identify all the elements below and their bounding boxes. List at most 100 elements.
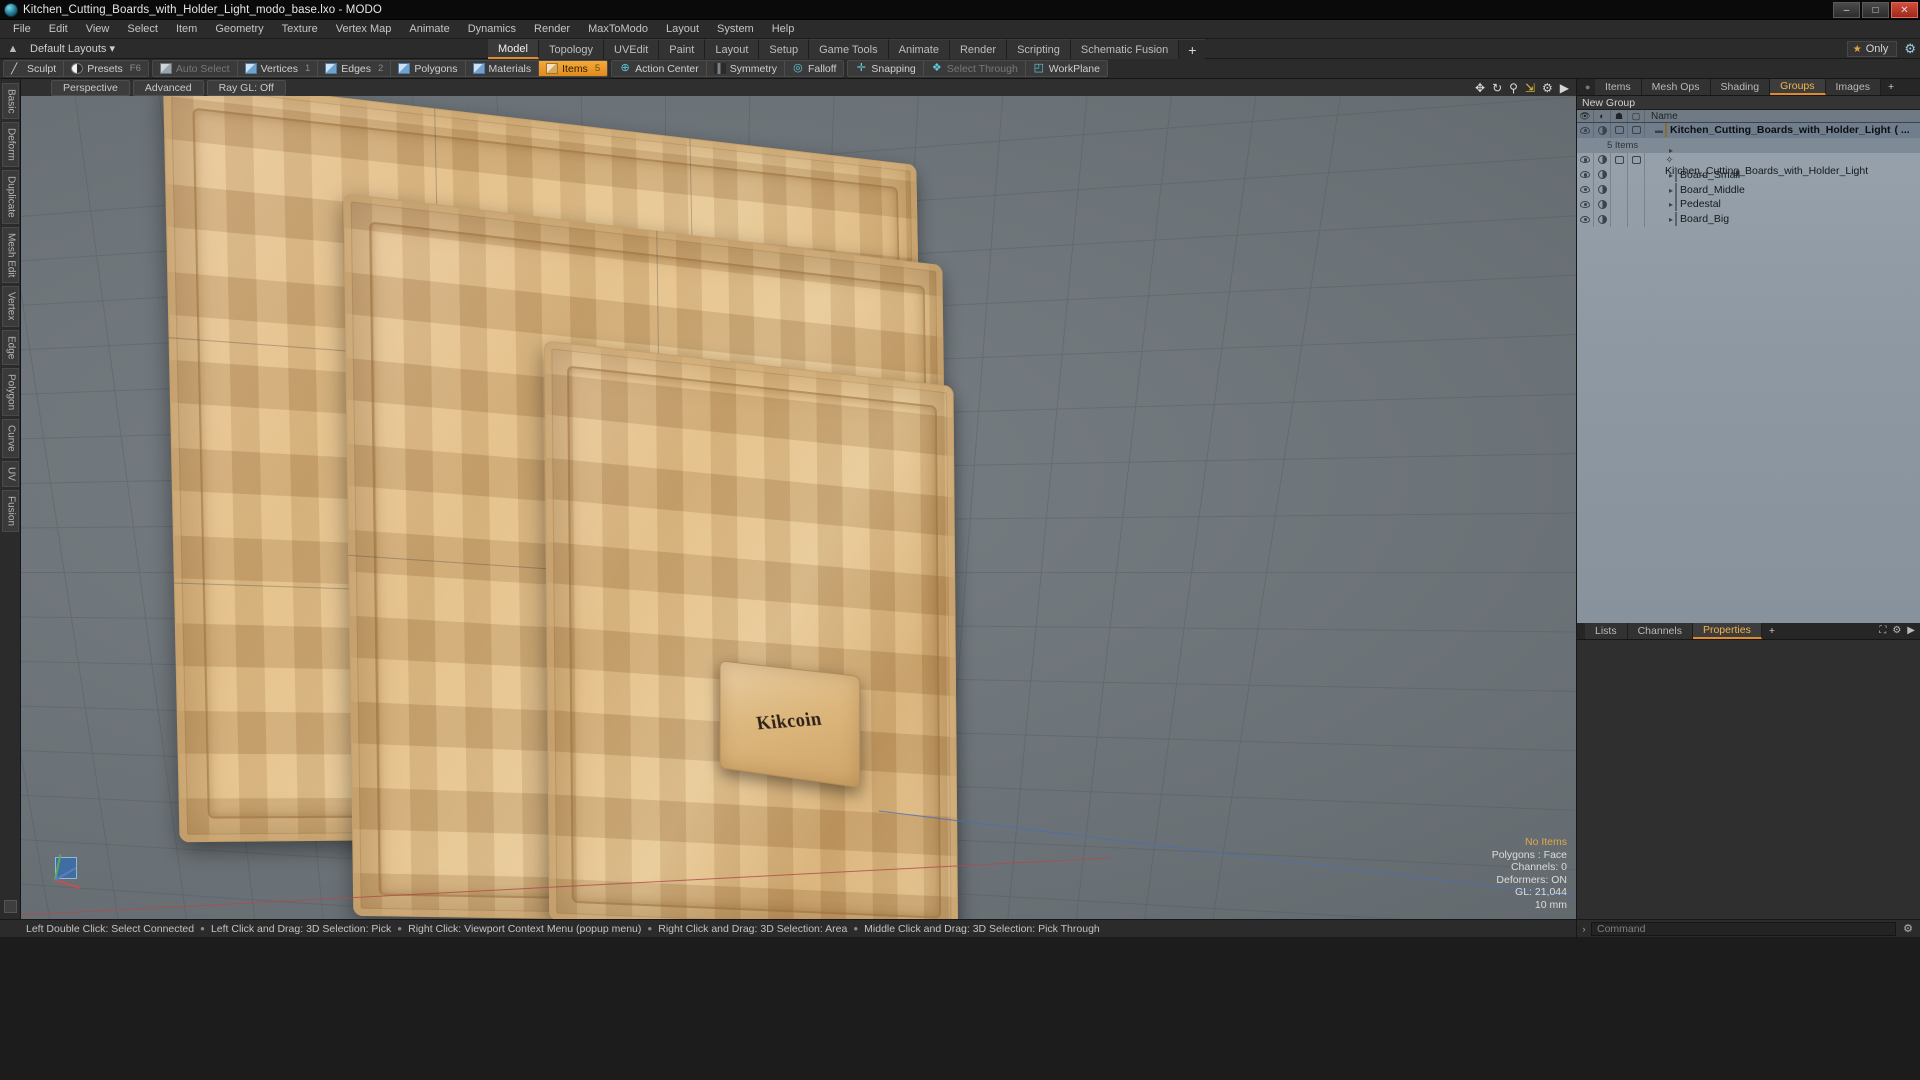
dock-tab-items[interactable]: Items: [1595, 79, 1642, 95]
dock-tab-mesh-ops[interactable]: Mesh Ops: [1641, 79, 1711, 95]
axis-gizmo[interactable]: [47, 845, 99, 897]
menu-file[interactable]: File: [4, 21, 40, 37]
mode-presets-button[interactable]: Presets F6: [64, 61, 148, 76]
gear-icon[interactable]: ⚙: [1892, 625, 1901, 636]
layout-tab-topology[interactable]: Topology: [538, 39, 605, 59]
zoom-icon[interactable]: ⚲: [1509, 81, 1518, 95]
mode-polygons-button[interactable]: Polygons: [391, 61, 466, 76]
item-toggle-1[interactable]: [1594, 123, 1611, 138]
layout-tab-paint[interactable]: Paint: [659, 39, 706, 59]
expand-triangle-icon[interactable]: ▬: [1655, 126, 1663, 135]
mode-falloff-button[interactable]: ◎ Falloff: [784, 61, 844, 76]
left-tab-uv[interactable]: UV: [1, 460, 19, 487]
left-tab-polygon[interactable]: Polygon: [1, 368, 19, 417]
mode-vertices-button[interactable]: Vertices 1: [237, 61, 319, 76]
properties-tab-lists[interactable]: Lists: [1585, 623, 1628, 639]
chevron-right-icon[interactable]: ▶: [1560, 81, 1569, 95]
mode-edges-button[interactable]: Edges 2: [318, 61, 392, 76]
item-toggle-2[interactable]: [1611, 167, 1628, 183]
dock-tab-shading[interactable]: Shading: [1710, 79, 1771, 95]
properties-tab-properties[interactable]: Properties: [1692, 623, 1762, 639]
item-toggle-3[interactable]: [1628, 211, 1645, 227]
layout-tab-schematic-fusion[interactable]: Schematic Fusion: [1070, 39, 1180, 59]
layout-tab-scripting[interactable]: Scripting: [1007, 39, 1071, 59]
expand-triangle-icon[interactable]: ▸: [1669, 186, 1673, 195]
item-toggle-0[interactable]: [1577, 196, 1594, 212]
add-layout-tab-button[interactable]: +: [1179, 39, 1206, 59]
mode-action-center-button[interactable]: ⊕ Action Center: [612, 61, 707, 76]
expand-icon[interactable]: ⛶: [1879, 625, 1886, 636]
properties-tab-channels[interactable]: Channels: [1627, 623, 1693, 639]
item-toggle-1[interactable]: [1594, 167, 1611, 183]
fit-icon[interactable]: ⇲: [1525, 81, 1535, 95]
left-tab-deform[interactable]: Deform: [1, 122, 19, 168]
viewport-ray-gl-off-button[interactable]: Ray GL: Off: [206, 79, 286, 96]
menu-select[interactable]: Select: [118, 21, 167, 37]
command-input[interactable]: Command: [1591, 921, 1896, 936]
item-toggle-0[interactable]: [1577, 167, 1594, 183]
item-toggle-2[interactable]: [1611, 152, 1628, 168]
dock-tab-groups[interactable]: Groups: [1770, 79, 1826, 95]
expand-triangle-icon[interactable]: ▸: [1669, 215, 1673, 224]
item-toggle-0[interactable]: [1577, 211, 1594, 227]
menu-dynamics[interactable]: Dynamics: [459, 21, 525, 37]
menu-layout[interactable]: Layout: [657, 21, 708, 37]
chevron-right-icon[interactable]: ▶: [1907, 625, 1915, 636]
pedestal[interactable]: Kikcoin: [719, 660, 861, 789]
item-row[interactable]: ▸ Pedestal: [1577, 196, 1920, 212]
layout-tab-model[interactable]: Model: [488, 39, 539, 59]
menu-system[interactable]: System: [708, 21, 763, 37]
mode-select-through-button[interactable]: ❖ Select Through: [923, 61, 1026, 76]
menu-geometry[interactable]: Geometry: [206, 21, 272, 37]
menu-view[interactable]: View: [77, 21, 119, 37]
left-tab-vertex[interactable]: Vertex: [1, 286, 19, 327]
menu-edit[interactable]: Edit: [40, 21, 77, 37]
rotate-icon[interactable]: ↻: [1492, 81, 1502, 95]
item-toggle-1[interactable]: [1594, 182, 1611, 197]
item-list[interactable]: ▬ Kitchen_Cutting_Boards_with_Holder_Ligh…: [1577, 123, 1920, 623]
expand-triangle-icon[interactable]: ▸: [1669, 146, 1673, 155]
layout-tab-game-tools[interactable]: Game Tools: [809, 39, 889, 59]
left-tab-edge[interactable]: Edge: [1, 329, 19, 366]
item-toggle-2[interactable]: [1611, 211, 1628, 227]
item-row[interactable]: ▸ ✧ Kitchen_Cutting_Boards_with_Holder_Lig…: [1577, 146, 1920, 177]
item-toggle-2[interactable]: [1611, 123, 1628, 138]
maximize-button[interactable]: □: [1862, 2, 1889, 18]
layout-tab-uvedit[interactable]: UVEdit: [604, 39, 660, 59]
add-properties-tab-button[interactable]: +: [1761, 623, 1782, 639]
item-toggle-3[interactable]: [1628, 196, 1645, 212]
mode-symmetry-button[interactable]: Symmetry: [706, 61, 785, 76]
item-toggle-3[interactable]: [1628, 123, 1645, 138]
viewport-advanced-button[interactable]: Advanced: [132, 79, 204, 96]
item-toggle-0[interactable]: [1577, 152, 1594, 168]
item-row[interactable]: ▸ Board_Big: [1577, 211, 1920, 227]
pan-icon[interactable]: ✥: [1475, 81, 1485, 95]
dock-handle-icon[interactable]: ●: [1585, 79, 1595, 95]
item-toggle-0[interactable]: [1577, 182, 1594, 197]
menu-maxtomodo[interactable]: MaxToModo: [579, 21, 657, 37]
item-toggle-2[interactable]: [1611, 182, 1628, 197]
left-tab-duplicate[interactable]: Duplicate: [1, 170, 19, 224]
layout-tab-layout[interactable]: Layout: [705, 39, 760, 59]
item-row[interactable]: ▸ Board_Middle: [1577, 182, 1920, 197]
menu-help[interactable]: Help: [763, 21, 804, 37]
item-toggle-3[interactable]: [1628, 167, 1645, 183]
mode-items-button[interactable]: Items 5: [539, 61, 608, 76]
mode-materials-button[interactable]: Materials: [465, 61, 540, 76]
only-button[interactable]: ★ Only: [1846, 41, 1898, 57]
mode-auto-select-button[interactable]: Auto Select: [152, 61, 238, 76]
mode-snapping-button[interactable]: ✛ Snapping: [848, 61, 924, 76]
item-toggle-1[interactable]: [1594, 152, 1611, 168]
item-toggle-0[interactable]: [1577, 123, 1594, 138]
layout-tab-animate[interactable]: Animate: [888, 39, 950, 59]
item-row[interactable]: ▬ Kitchen_Cutting_Boards_with_Holder_Ligh…: [1577, 123, 1920, 138]
viewport-perspective-button[interactable]: Perspective: [51, 79, 130, 96]
expand-triangle-icon[interactable]: ▸: [1669, 171, 1673, 180]
gear-icon[interactable]: ⚙: [1904, 41, 1916, 57]
group-name-field[interactable]: New Group: [1577, 96, 1920, 110]
gear-icon[interactable]: ⚙: [1542, 81, 1553, 95]
item-toggle-2[interactable]: [1611, 196, 1628, 212]
dock-tab-images[interactable]: Images: [1825, 79, 1881, 95]
home-icon[interactable]: ▲: [5, 43, 21, 55]
board-small[interactable]: [544, 340, 959, 919]
